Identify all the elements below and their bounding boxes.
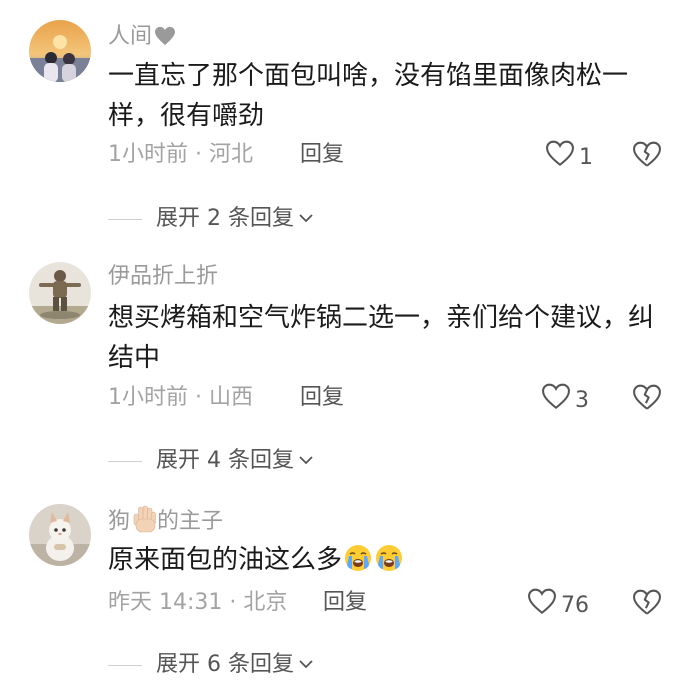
like-count: 1 (579, 145, 593, 170)
broken-heart-icon (632, 384, 662, 415)
username[interactable]: 人间 (108, 22, 176, 52)
dislike-button[interactable] (632, 589, 662, 620)
loudly-crying-face-emoji (374, 543, 404, 585)
broken-heart-icon (632, 141, 662, 172)
username[interactable]: 狗 的主子 (108, 505, 223, 535)
dislike-button[interactable] (632, 384, 662, 415)
comment-meta: 1小时前 · 河北 (108, 142, 253, 167)
like-count: 3 (575, 388, 589, 413)
avatar[interactable] (29, 20, 91, 82)
expand-label: 展开 4 条回复 (156, 448, 294, 473)
comment-text: 原来面包的油这么多 (108, 540, 668, 585)
chevron-down-icon (294, 650, 316, 680)
heart-outline-icon (541, 383, 575, 419)
broken-heart-icon (632, 589, 662, 620)
like-count: 76 (561, 593, 589, 618)
comment-text: 一直忘了那个面包叫啥，没有馅里面像肉松一样，很有嚼劲 (108, 61, 629, 131)
heart-outline-icon (527, 588, 561, 624)
heart-outline-icon (545, 140, 579, 176)
divider (108, 460, 142, 462)
like-button[interactable]: 3 (541, 383, 589, 419)
expand-label: 展开 6 条回复 (156, 652, 294, 677)
expand-replies-button[interactable]: 展开 4 条回复 (108, 446, 316, 476)
divider (108, 218, 142, 220)
expand-replies-button[interactable]: 展开 2 条回复 (108, 204, 316, 234)
chevron-down-icon (294, 446, 316, 476)
reply-button[interactable]: 回复 (323, 588, 367, 618)
like-button[interactable]: 76 (527, 588, 589, 624)
heart-icon (154, 25, 176, 55)
loudly-crying-face-emoji (343, 543, 373, 585)
comment-meta: 1小时前 · 山西 (108, 385, 253, 410)
expand-replies-button[interactable]: 展开 6 条回复 (108, 650, 316, 680)
raised-hand-emoji (131, 505, 157, 542)
expand-label: 展开 2 条回复 (156, 206, 294, 231)
like-button[interactable]: 1 (545, 140, 593, 176)
reply-button[interactable]: 回复 (300, 140, 344, 170)
divider (108, 664, 142, 666)
comment-meta: 昨天 14:31 · 北京 (108, 590, 288, 615)
comment-text: 想买烤箱和空气炸锅二选一，亲们给个建议，纠结中 (108, 303, 655, 373)
username[interactable]: 伊品折上折 (108, 262, 218, 292)
avatar[interactable] (29, 504, 91, 566)
reply-button[interactable]: 回复 (300, 383, 344, 413)
chevron-down-icon (294, 204, 316, 234)
dislike-button[interactable] (632, 141, 662, 172)
avatar[interactable] (29, 262, 91, 324)
